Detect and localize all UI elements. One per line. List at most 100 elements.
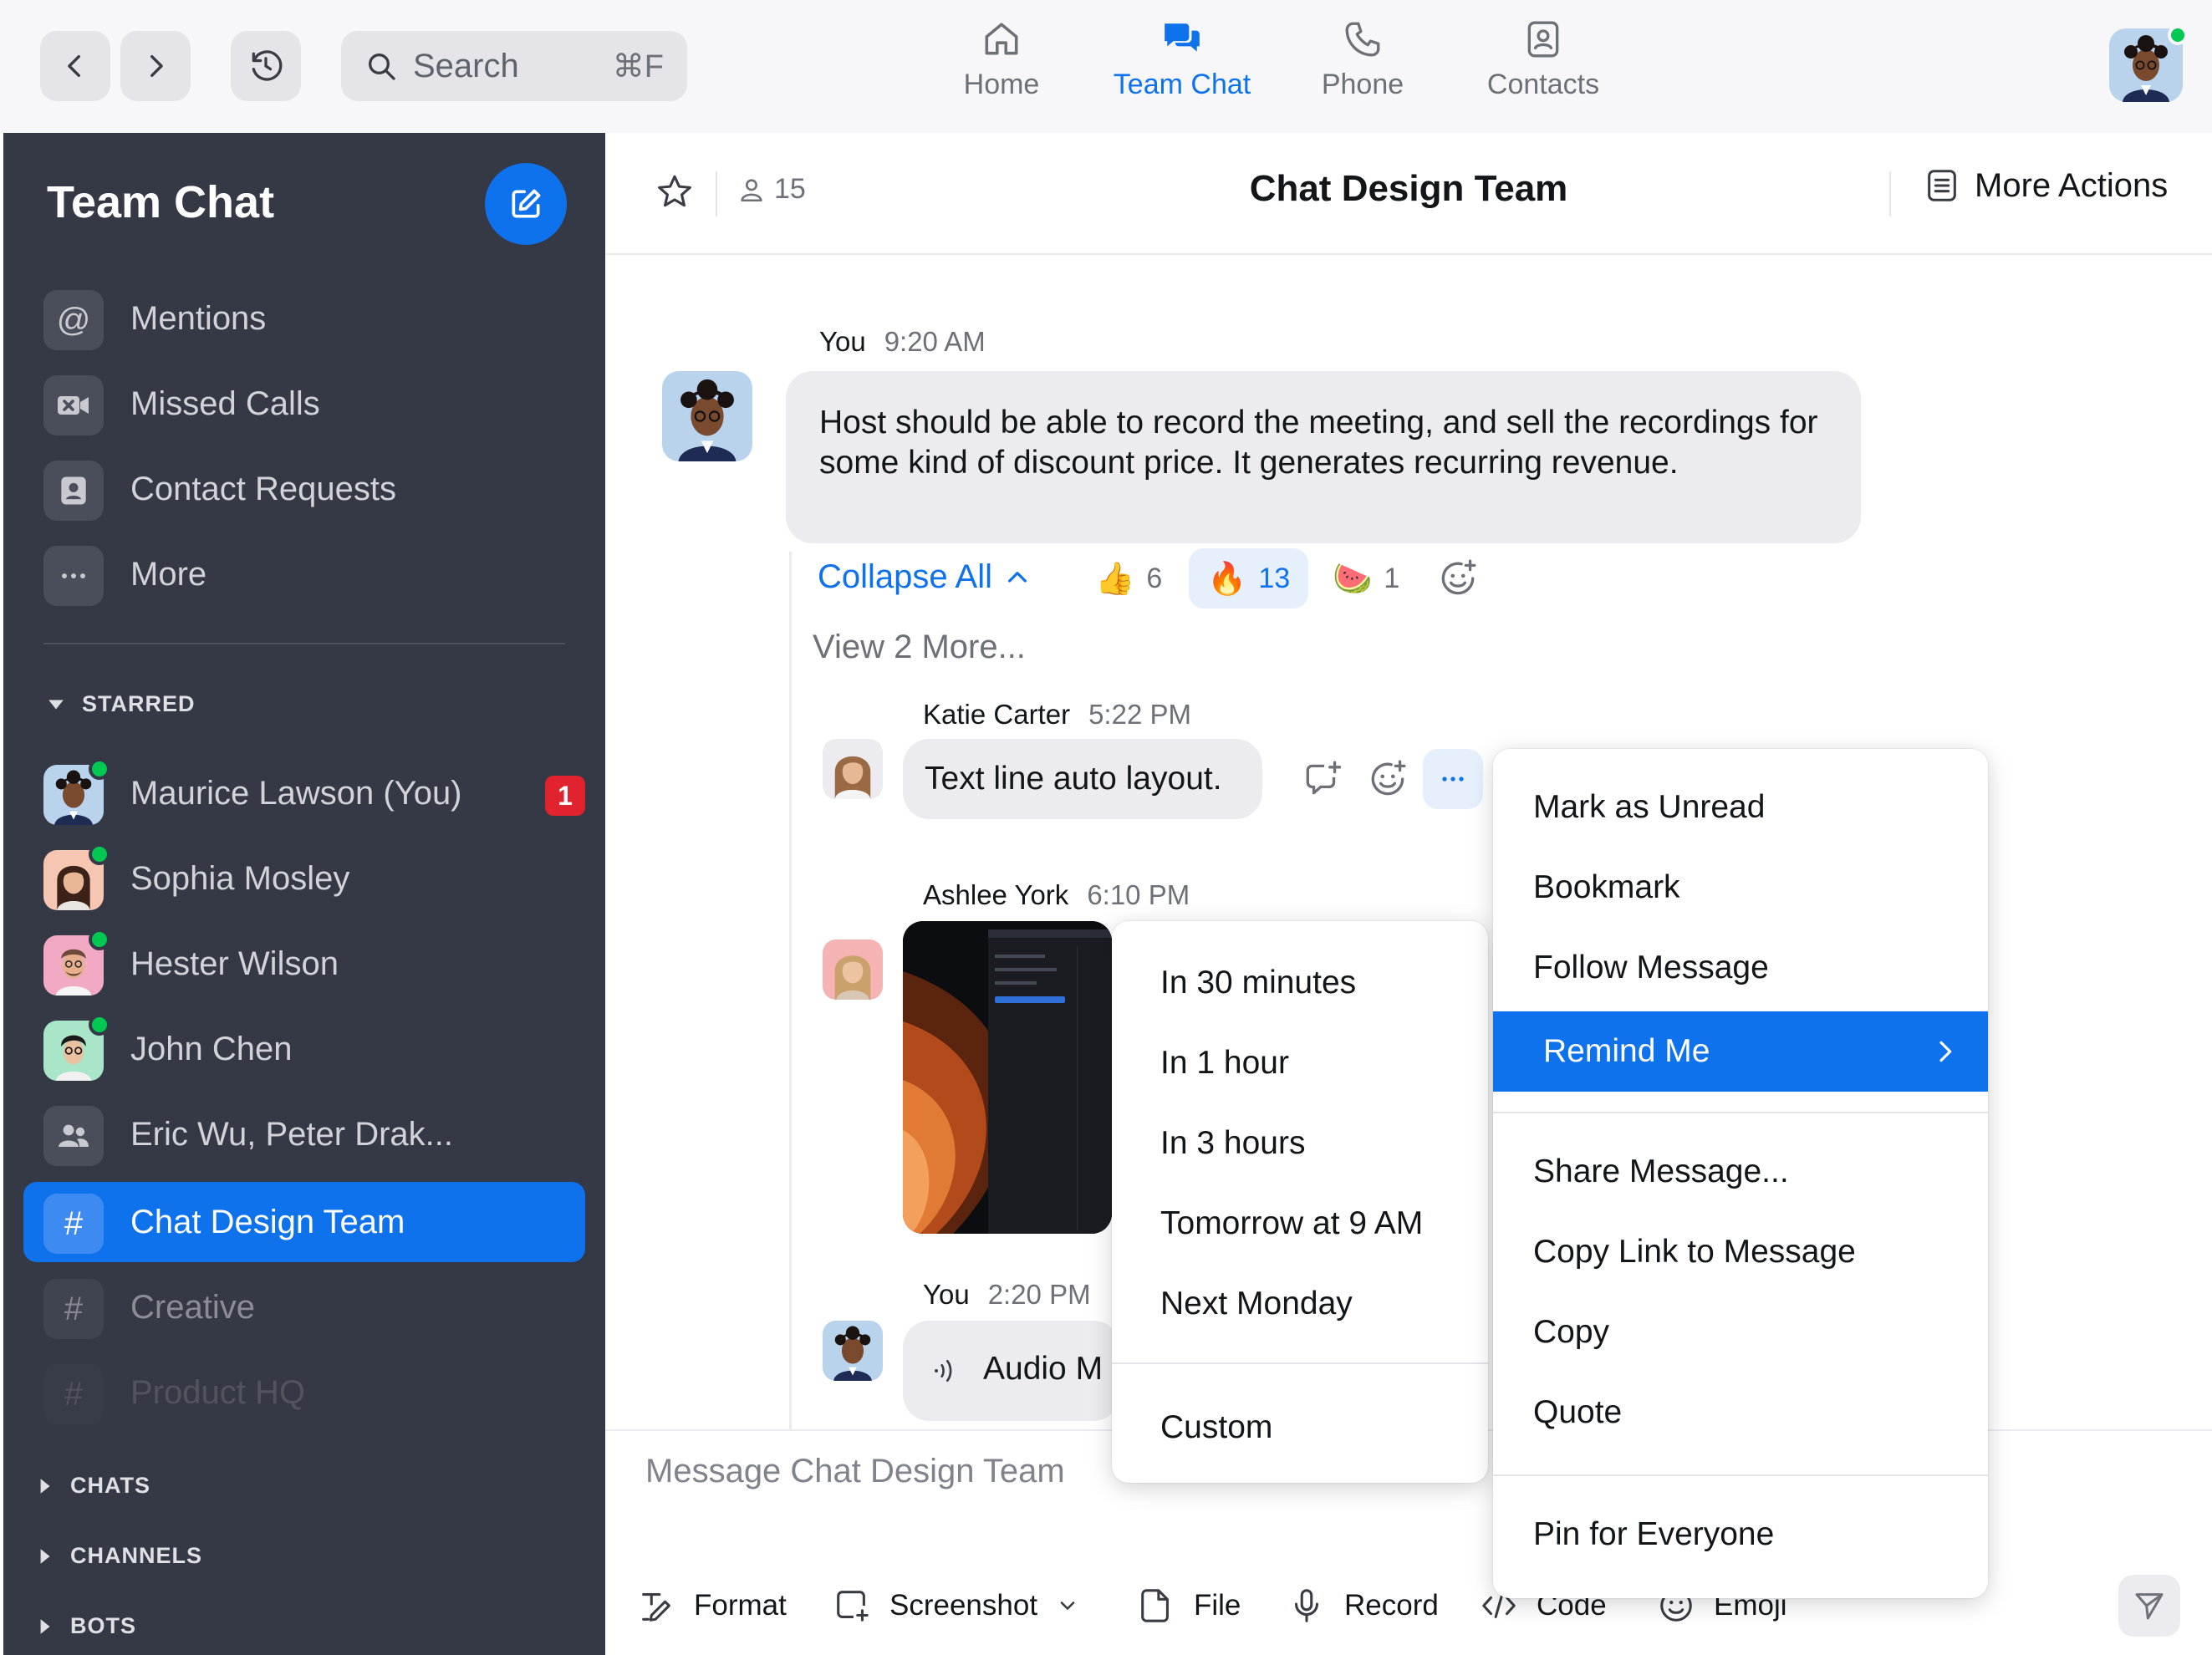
avatar[interactable] [823,739,883,799]
sidebar-item-maurice-lawson[interactable]: Maurice Lawson (You) 1 [3,753,605,833]
quote[interactable]: Quote [1493,1372,1988,1453]
remind-custom[interactable]: Custom [1112,1388,1488,1468]
forward-button[interactable] [120,31,191,101]
reaction-thumbs-up[interactable]: 👍 6 [1077,548,1180,609]
nav-contacts-label: Contacts [1486,69,1600,100]
remind-me[interactable]: Remind Me [1493,1011,1988,1092]
record-label: Record [1344,1589,1439,1622]
remind-in-30-minutes[interactable]: In 30 minutes [1112,943,1488,1023]
new-chat-button[interactable] [485,163,567,245]
nav-home-label: Home [963,69,1040,100]
presence-online-dot [89,929,110,950]
screenshot-button[interactable]: Screenshot [833,1586,1079,1625]
avatar[interactable] [823,1321,883,1381]
avatar[interactable] [662,371,752,461]
sidebar-item-contact-requests[interactable]: Contact Requests [3,449,605,529]
reaction-fire[interactable]: 🔥 13 [1189,548,1309,609]
sidebar-item-label: Contact Requests [130,470,396,507]
share-message[interactable]: Share Message... [1493,1132,1988,1212]
file-button[interactable]: File [1137,1586,1241,1625]
message-context-menu: Mark as Unread Bookmark Follow Message R… [1493,749,1988,1598]
starred-section-header[interactable]: STARRED [47,691,196,717]
sidebar-item-product-hq[interactable]: # Product HQ [3,1352,605,1433]
message-meta: You 9:20 AM [819,326,986,358]
sidebar-item-mentions[interactable]: @ Mentions [3,278,605,359]
presence-online-dot [89,758,110,780]
more-actions-button[interactable]: More Actions [1923,166,2168,205]
channels-section-header[interactable]: CHANNELS [35,1543,202,1569]
reply-in-thread-button[interactable] [1292,749,1353,809]
chevron-right-icon [150,54,163,78]
reply-icon [1306,761,1342,795]
search-shortcut: ⌘F [612,48,664,84]
follow-message[interactable]: Follow Message [1493,928,1988,1008]
presence-online-dot [89,1014,110,1036]
nav-phone-label: Phone [1321,69,1404,100]
send-button[interactable] [2118,1575,2180,1637]
bookmark[interactable]: Bookmark [1493,848,1988,928]
sidebar-item-chat-design-team[interactable]: # Chat Design Team [3,1182,605,1262]
phone-icon [1345,22,1380,57]
channel-hash-icon: # [43,1279,104,1339]
message-meta: You 2:20 PM [923,1279,1091,1311]
message-bubble[interactable]: Host should be able to record the meetin… [786,371,1861,543]
collapse-all-button[interactable]: Collapse All [818,558,1031,596]
sidebar-item-more[interactable]: More [3,534,605,614]
message-time: 6:10 PM [1087,879,1190,910]
remind-in-1-hour[interactable]: In 1 hour [1112,1023,1488,1103]
sidebar-item-group-chat[interactable]: Eric Wu, Peter Drak... [3,1094,605,1174]
view-more-replies[interactable]: View 2 More... [813,629,1026,666]
sidebar-item-missed-calls[interactable]: Missed Calls [3,364,605,444]
caret-down-icon [48,700,64,709]
copy-link-to-message[interactable]: Copy Link to Message [1493,1212,1988,1292]
chats-section-header[interactable]: CHATS [35,1473,150,1499]
search-input[interactable]: Search ⌘F [341,31,687,101]
sidebar-item-label: Hester Wilson [130,945,339,982]
mark-as-unread[interactable]: Mark as Unread [1493,767,1988,848]
history-button[interactable] [231,31,301,101]
team-chat-icon [1165,23,1200,52]
nav-home[interactable]: Home [918,18,1085,119]
sidebar-item-john-chen[interactable]: John Chen [3,1009,605,1089]
sidebar-item-creative[interactable]: # Creative [3,1267,605,1347]
screenshot-icon [837,1591,869,1622]
image-attachment[interactable] [903,921,1112,1234]
sidebar-item-label: More [130,555,207,593]
sender-name: You [923,1279,970,1310]
remind-me-label: Remind Me [1543,1033,1710,1069]
add-reaction-button[interactable] [1358,749,1418,809]
message-bubble[interactable]: Text line auto layout. [903,739,1262,819]
format-button[interactable]: Format [637,1586,787,1625]
add-reaction-button[interactable] [1428,548,1488,609]
message-time: 5:22 PM [1088,699,1191,730]
sidebar-item-label: Sophia Mosley [130,859,350,897]
sidebar-item-hester-wilson[interactable]: Hester Wilson [3,924,605,1004]
avatar[interactable] [823,940,883,1000]
nav-contacts[interactable]: Contacts [1460,18,1627,119]
chats-section-label: CHATS [70,1473,150,1498]
nav-team-chat[interactable]: Team Chat [1098,18,1266,119]
message-input[interactable]: Message Chat Design Team [645,1453,1065,1490]
sidebar-item-label: John Chen [130,1030,293,1067]
sidebar-item-sophia-mosley[interactable]: Sophia Mosley [3,838,605,919]
user-profile-avatar[interactable] [2109,25,2188,102]
record-button[interactable]: Record [1287,1586,1439,1625]
sidebar-title: Team Chat [47,177,275,227]
bots-section-header[interactable]: BOTS [35,1613,136,1639]
nav-phone[interactable]: Phone [1279,18,1446,119]
menu-divider [1493,1112,1988,1113]
audio-message-bubble[interactable]: Audio M [903,1321,1120,1421]
starred-section-label: STARRED [82,691,196,716]
copy[interactable]: Copy [1493,1292,1988,1372]
pin-for-everyone[interactable]: Pin for Everyone [1493,1495,1988,1575]
header-divider [1889,171,1891,216]
more-options-button[interactable] [1423,749,1483,809]
back-button[interactable] [40,31,110,101]
remind-next-monday[interactable]: Next Monday [1112,1264,1488,1344]
reaction-watermelon[interactable]: 🍉 1 [1314,548,1418,609]
caret-right-icon [40,1618,50,1634]
sidebar-item-label: Mentions [130,299,267,337]
remind-tomorrow-9am[interactable]: Tomorrow at 9 AM [1112,1184,1488,1264]
remind-in-3-hours[interactable]: In 3 hours [1112,1103,1488,1184]
microphone-icon [1295,1589,1318,1622]
